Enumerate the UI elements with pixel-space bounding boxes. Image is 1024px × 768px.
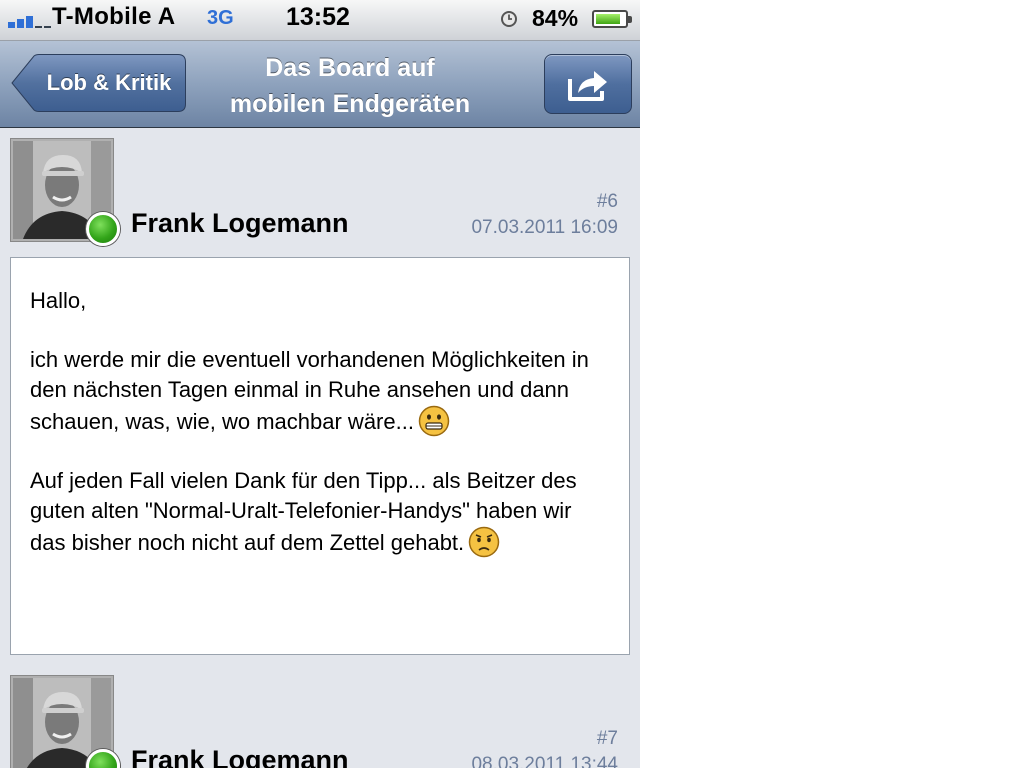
post-number[interactable]: #6	[597, 191, 618, 213]
share-icon	[568, 71, 607, 101]
carrier-name: T-Mobile A	[52, 3, 176, 30]
phone-screen: T-Mobile A 3G 13:52 84% Lob & Kritik Das…	[0, 0, 640, 768]
post-paragraph: Hallo,	[30, 288, 87, 313]
page-title-line-2: mobilen Endgeräten	[229, 90, 471, 118]
battery-percent: 84%	[532, 5, 579, 31]
page-title-line-1: Das Board auf	[265, 54, 435, 82]
grin-smiley-icon	[418, 405, 450, 437]
post-paragraph-with-smiley: Auf jeden Fall vielen Dank für den Tipp.…	[30, 466, 609, 558]
back-button[interactable]: Lob & Kritik	[10, 54, 186, 112]
alarm-icon	[501, 11, 517, 27]
navigation-bar: Lob & Kritik Das Board auf mobilen Endge…	[0, 41, 640, 128]
post-author[interactable]: Frank Logemann	[131, 745, 349, 768]
post-paragraph: ich werde mir die eventuell vorhandenen …	[30, 347, 589, 434]
signal-icon	[8, 12, 58, 28]
post-paragraph-with-smiley: ich werde mir die eventuell vorhandenen …	[30, 345, 609, 437]
back-button-label: Lob & Kritik	[46, 70, 172, 95]
share-button[interactable]	[544, 54, 632, 114]
post-date: 08.03.2011 13:44	[471, 754, 618, 768]
page-title: Das Board auf mobilen Endgeräten	[190, 50, 510, 122]
worried-smiley-icon	[468, 526, 500, 558]
online-status-icon	[86, 212, 120, 246]
post-author[interactable]: Frank Logemann	[131, 208, 349, 239]
post-date: 07.03.2011 16:09	[471, 217, 618, 238]
status-bar: T-Mobile A 3G 13:52 84%	[0, 0, 640, 41]
post-number[interactable]: #7	[597, 728, 618, 750]
post-body: Hallo, ich werde mir die eventuell vorha…	[10, 257, 630, 655]
status-time: 13:52	[286, 3, 350, 31]
battery-icon	[592, 10, 632, 28]
network-type: 3G	[207, 7, 234, 29]
